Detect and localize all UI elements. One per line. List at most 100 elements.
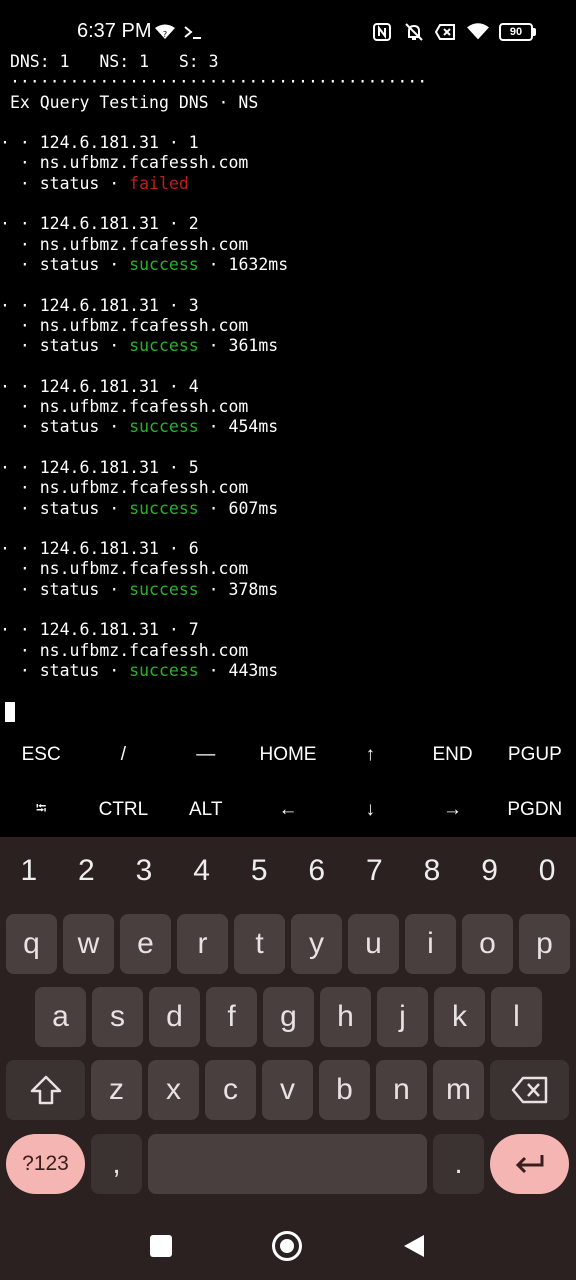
number-key[interactable]: 8 [403,845,461,897]
backspace-key[interactable] [490,1060,569,1120]
spacebar[interactable] [148,1134,427,1194]
status-label: status [39,498,100,518]
result-status: failed [129,173,189,193]
letter-key[interactable]: f [206,987,257,1047]
number-key[interactable]: 5 [230,845,288,897]
letter-key[interactable]: m [433,1060,484,1120]
result-ns: ns.ufbmz.fcafessh.com [39,153,249,173]
extra-key[interactable]: ↓ [329,782,411,837]
result-status-line: · status · success · 607ms [0,498,279,518]
status-label: status [39,417,100,437]
letter-key[interactable]: l [491,987,542,1047]
letter-key[interactable]: z [91,1060,142,1120]
letter-key[interactable]: a [35,987,86,1047]
number-key[interactable]: 4 [173,845,231,897]
result-ns: ns.ufbmz.fcafessh.com [39,234,249,254]
letter-key[interactable]: k [434,987,485,1047]
letter-key[interactable]: c [205,1060,256,1120]
back-icon[interactable] [403,1234,425,1263]
extra-key[interactable]: CTRL [82,782,164,837]
result-ip: 124.6.181.31 [39,214,159,234]
result-ns-line: · ns.ufbmz.fcafessh.com [0,397,249,417]
result-status: success [129,660,199,680]
result-ip-line: · · 124.6.181.31 · 4 [0,376,199,396]
result-ns: ns.ufbmz.fcafessh.com [39,559,249,579]
enter-icon [515,1155,543,1174]
bottom-row: ?123 , . [6,1134,569,1194]
number-key[interactable]: 3 [115,845,173,897]
letter-key[interactable]: u [348,914,399,974]
shift-key[interactable] [6,1060,85,1120]
status-right-icons: 90 [371,20,536,44]
result-ns: ns.ufbmz.fcafessh.com [39,478,249,498]
status-left-icons: ? [154,20,204,44]
result-status-line: · status · success · 378ms [0,579,279,599]
letter-key[interactable]: e [120,914,171,974]
recents-icon[interactable] [150,1235,172,1257]
header-line: DNS: 1 NS: 1 S: 3 [0,52,576,72]
bell-off-icon [403,21,425,43]
extra-keys-bar: ESC / — HOME ↑ END PGUP ⭾ CTRL ALT ← ↓ → PGDN [0,727,576,837]
letter-key[interactable]: q [6,914,57,974]
number-key[interactable]: 2 [58,845,116,897]
letter-key[interactable]: h [320,987,371,1047]
letter-key[interactable]: g [263,987,314,1047]
letter-key[interactable]: p [519,914,570,974]
number-key[interactable]: 9 [461,845,519,897]
result-time: 378ms [228,579,279,599]
shift-icon [30,1075,61,1105]
result-status-line: · status · success · 361ms [0,336,279,356]
period-key[interactable]: . [433,1134,484,1194]
number-key[interactable]: 6 [288,845,346,897]
result-index: 2 [188,214,199,234]
letter-key[interactable]: w [63,914,114,974]
number-key[interactable]: 7 [346,845,404,897]
extra-key[interactable]: — [165,727,247,782]
number-key[interactable]: 0 [518,845,576,897]
result-ip-line: · · 124.6.181.31 · 6 [0,539,199,559]
result-status-line: · status · failed [0,173,189,193]
letter-key[interactable]: s [92,987,143,1047]
battery-level: 90 [499,23,533,41]
extra-key[interactable]: → [411,782,493,837]
extra-key[interactable]: / [82,727,164,782]
navigation-bar [0,1217,576,1280]
letter-key[interactable]: y [291,914,342,974]
letter-key[interactable]: o [462,914,513,974]
extra-keys-row-2: ⭾ CTRL ALT ← ↓ → PGDN [0,782,576,837]
letter-key[interactable]: x [148,1060,199,1120]
extra-key[interactable]: ⭾ [0,782,82,837]
terminal-cursor [5,702,15,722]
result-ip: 124.6.181.31 [39,376,159,396]
dns-counts: DNS: 1 NS: 1 S: 3 [9,52,219,71]
terminal-output[interactable]: DNS: 1 NS: 1 S: 3 ······················… [0,52,576,722]
extra-key[interactable]: END [411,727,493,782]
number-key[interactable]: 1 [0,845,58,897]
extra-key[interactable]: PGDN [494,782,576,837]
letter-key[interactable]: i [405,914,456,974]
letter-key[interactable]: d [149,987,200,1047]
result-ns-line: · ns.ufbmz.fcafessh.com [0,234,249,254]
battery-icon: 90 [499,23,536,41]
svg-text:?: ? [163,30,167,39]
letter-key[interactable]: v [262,1060,313,1120]
letter-key[interactable]: j [377,987,428,1047]
extra-key[interactable]: ↑ [329,727,411,782]
extra-key[interactable]: ← [247,782,329,837]
extra-key[interactable]: ESC [0,727,82,782]
symbols-key[interactable]: ?123 [6,1134,85,1194]
result-time: 607ms [228,498,279,518]
home-icon[interactable] [272,1231,302,1261]
comma-key[interactable]: , [91,1134,142,1194]
letter-key[interactable]: n [376,1060,427,1120]
letter-key[interactable]: t [234,914,285,974]
letter-key[interactable]: r [177,914,228,974]
enter-key[interactable] [490,1134,569,1194]
letter-key[interactable]: b [319,1060,370,1120]
result-ns-line: · ns.ufbmz.fcafessh.com [0,559,249,579]
result-ip: 124.6.181.31 [39,295,159,315]
extra-key[interactable]: ALT [165,782,247,837]
result-ns-line: · ns.ufbmz.fcafessh.com [0,315,249,335]
extra-key[interactable]: PGUP [494,727,576,782]
extra-key[interactable]: HOME [247,727,329,782]
